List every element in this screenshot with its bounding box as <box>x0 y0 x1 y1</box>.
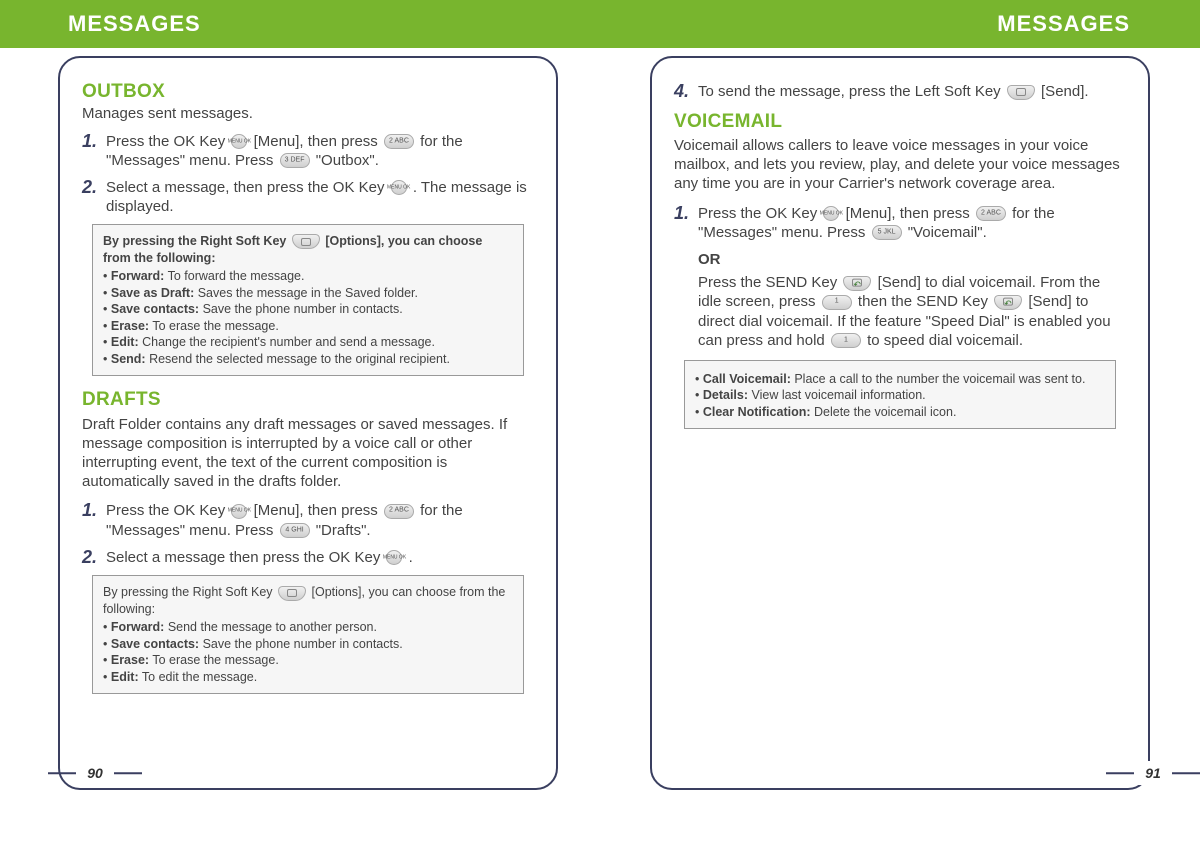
step-number: 2. <box>82 548 106 568</box>
option-item: • Details: View last voicemail informati… <box>695 387 1105 404</box>
option-item: • Send: Resend the selected message to t… <box>103 351 513 368</box>
voicemail-options-box: • Call Voicemail: Place a call to the nu… <box>684 360 1116 430</box>
step-text: To send the message, press the Left Soft… <box>698 82 1126 101</box>
option-item: • Save contacts: Save the phone number i… <box>103 636 513 653</box>
voicemail-step-1: 1. Press the OK Key MENU OK [Menu], then… <box>674 204 1126 242</box>
options-lead: By pressing the Right Soft Key [Options]… <box>103 584 513 617</box>
ok-key-icon: MENU OK <box>391 180 407 195</box>
option-item: • Clear Notification: Delete the voicema… <box>695 404 1105 421</box>
voicemail-para: Voicemail allows callers to leave voice … <box>674 136 1126 194</box>
drafts-options-box: By pressing the Right Soft Key [Options]… <box>92 575 524 694</box>
key-3-icon: 3 DEF <box>280 153 310 168</box>
outbox-title: OUTBOX <box>82 80 534 104</box>
key-1-icon: 1 <box>831 333 861 348</box>
page-number-right: 91 <box>1134 761 1172 785</box>
outbox-steps: 1. Press the OK Key MENU OK [Menu], then… <box>82 132 534 217</box>
or-label: OR <box>698 250 1126 269</box>
right-page: 4. To send the message, press the Left S… <box>650 56 1190 791</box>
drafts-step-1: 1. Press the OK Key MENU OK [Menu], then… <box>82 501 534 539</box>
right-soft-key-icon <box>278 586 306 601</box>
left-page: OUTBOX Manages sent messages. 1. Press t… <box>58 56 598 791</box>
drafts-step-2: 2. Select a message then press the OK Ke… <box>82 548 534 568</box>
voicemail-title: VOICEMAIL <box>674 110 1126 134</box>
right-soft-key-icon <box>292 234 320 249</box>
step-number: 4. <box>674 82 698 102</box>
step-text: Select a message then press the OK Key M… <box>106 548 534 567</box>
option-item: • Forward: Send the message to another p… <box>103 619 513 636</box>
ok-key-icon: MENU OK <box>231 504 247 519</box>
option-item: • Forward: To forward the message. <box>103 268 513 285</box>
option-item: • Edit: Change the recipient's number an… <box>103 334 513 351</box>
step-text: Press the OK Key MENU OK [Menu], then pr… <box>106 501 534 539</box>
outbox-step-1: 1. Press the OK Key MENU OK [Menu], then… <box>82 132 534 170</box>
key-1-icon: 1 <box>822 295 852 310</box>
ok-key-icon: MENU OK <box>231 134 247 149</box>
option-item: • Erase: To erase the message. <box>103 652 513 669</box>
right-panel: 4. To send the message, press the Left S… <box>650 56 1150 790</box>
step-text: Press the OK Key MENU OK [Menu], then pr… <box>698 204 1126 242</box>
key-5-icon: 5 JKL <box>872 225 902 240</box>
step-text: Press the OK Key MENU OK [Menu], then pr… <box>106 132 534 170</box>
page-number-left: 90 <box>76 761 114 785</box>
outbox-options-box: By pressing the Right Soft Key [Options]… <box>92 224 524 376</box>
key-2-icon: 2 ABC <box>384 134 414 149</box>
outbox-step-2: 2. Select a message, then press the OK K… <box>82 178 534 216</box>
step-text: Select a message, then press the OK Key … <box>106 178 534 216</box>
key-4-icon: 4 GHI <box>280 523 310 538</box>
send-key-icon <box>843 276 871 291</box>
drafts-para: Draft Folder contains any draft messages… <box>82 415 534 492</box>
option-item: • Save contacts: Save the phone number i… <box>103 301 513 318</box>
drafts-steps: 1. Press the OK Key MENU OK [Menu], then… <box>82 501 534 567</box>
left-soft-key-icon <box>1007 85 1035 100</box>
outbox-subtitle: Manages sent messages. <box>82 104 534 123</box>
ok-key-icon: MENU OK <box>386 550 402 565</box>
header-left: MESSAGES <box>68 11 201 37</box>
key-2-icon: 2 ABC <box>976 206 1006 221</box>
header-banner: MESSAGES MESSAGES <box>0 0 1200 48</box>
option-item: • Call Voicemail: Place a call to the nu… <box>695 371 1105 388</box>
option-item: • Edit: To edit the message. <box>103 669 513 686</box>
step-number: 1. <box>674 204 698 224</box>
drafts-title: DRAFTS <box>82 388 534 412</box>
left-panel: OUTBOX Manages sent messages. 1. Press t… <box>58 56 558 790</box>
step-number: 1. <box>82 132 106 152</box>
options-lead: By pressing the Right Soft Key [Options]… <box>103 233 513 266</box>
key-2-icon: 2 ABC <box>384 504 414 519</box>
option-item: • Erase: To erase the message. <box>103 318 513 335</box>
send-step-4: 4. To send the message, press the Left S… <box>674 82 1126 102</box>
option-item: • Save as Draft: Saves the message in th… <box>103 285 513 302</box>
header-right: MESSAGES <box>997 11 1130 37</box>
ok-key-icon: MENU OK <box>823 206 839 221</box>
step-number: 1. <box>82 501 106 521</box>
or-paragraph: Press the SEND Key [Send] to dial voicem… <box>698 273 1126 350</box>
step-number: 2. <box>82 178 106 198</box>
send-key-icon <box>994 295 1022 310</box>
